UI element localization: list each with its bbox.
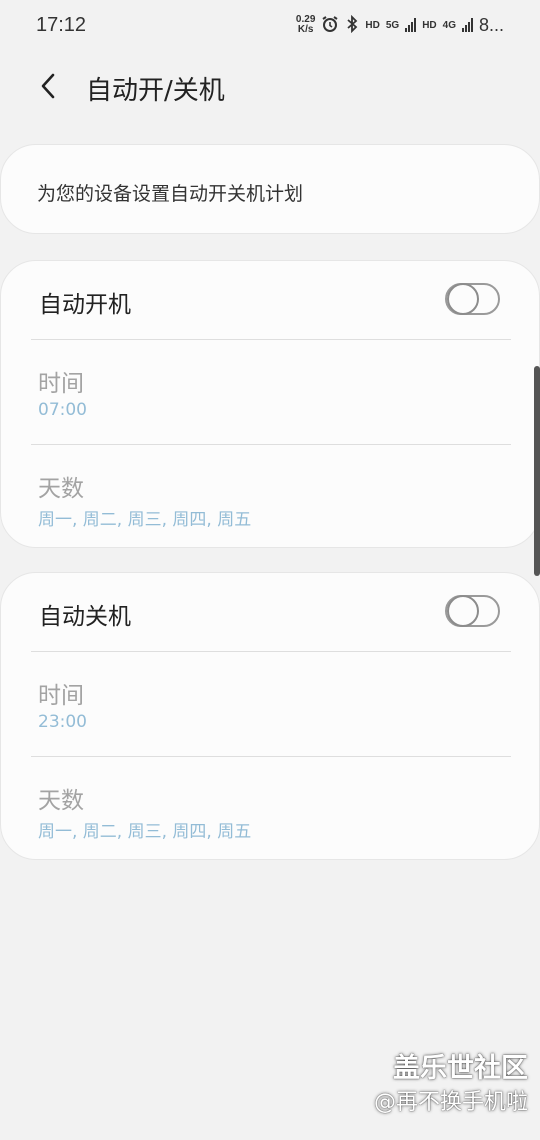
power-on-time-row[interactable]: 时间 07:00	[1, 340, 540, 444]
network-type-4g: 4G	[442, 19, 456, 31]
chevron-left-icon	[41, 73, 55, 99]
battery-text: 8...	[478, 14, 504, 35]
switch-knob	[447, 595, 479, 627]
power-on-card: 自动开机 时间 07:00 天数 周一, 周二, 周三, 周四, 周五	[0, 260, 540, 548]
network-speed: 0.29 K/s	[296, 15, 315, 35]
page-title: 自动开/关机	[86, 76, 225, 106]
scroll-indicator[interactable]	[534, 366, 540, 576]
watermark-line-1: 盖乐世社区	[393, 1053, 528, 1084]
status-bar: 17:12 0.29 K/s HD 5G HD 4G 8...	[0, 0, 540, 50]
info-text: 为您的设备设置自动开关机计划	[37, 183, 304, 205]
power-off-days-label: 天数	[38, 788, 84, 814]
signal-icon	[405, 18, 417, 32]
power-on-time-value: 07:00	[38, 400, 87, 420]
power-off-time-label: 时间	[38, 683, 84, 709]
hd-indicator: HD	[365, 19, 380, 31]
watermark: 盖乐世社区 @再不换手机啦	[374, 1052, 528, 1120]
signal-icon-2	[461, 18, 473, 32]
power-off-toggle-row[interactable]: 自动关机	[1, 573, 540, 651]
watermark-line-2: @再不换手机啦	[373, 1090, 528, 1115]
bluetooth-icon	[345, 14, 359, 36]
power-on-time-label: 时间	[38, 371, 84, 397]
status-icons: 0.29 K/s HD 5G HD 4G 8...	[296, 14, 504, 36]
info-card: 为您的设备设置自动开关机计划	[0, 144, 540, 234]
power-on-toggle-row[interactable]: 自动开机	[1, 261, 540, 339]
power-on-title: 自动开机	[39, 292, 131, 318]
network-speed-unit: K/s	[297, 24, 314, 35]
power-off-time-row[interactable]: 时间 23:00	[1, 652, 540, 756]
power-on-days-value: 周一, 周二, 周三, 周四, 周五	[38, 510, 252, 530]
power-on-days-row[interactable]: 天数 周一, 周二, 周三, 周四, 周五	[1, 445, 540, 549]
power-off-card: 自动关机 时间 23:00 天数 周一, 周二, 周三, 周四, 周五	[0, 572, 540, 860]
app-header: 自动开/关机	[0, 56, 540, 116]
status-time: 17:12	[36, 13, 87, 36]
power-off-days-row[interactable]: 天数 周一, 周二, 周三, 周四, 周五	[1, 757, 540, 861]
hd-indicator-2: HD	[422, 19, 437, 31]
power-off-days-value: 周一, 周二, 周三, 周四, 周五	[38, 822, 252, 842]
back-button[interactable]	[30, 68, 66, 104]
network-type-5g: 5G	[385, 19, 400, 31]
power-off-switch[interactable]	[445, 595, 500, 627]
power-off-time-value: 23:00	[38, 712, 87, 732]
power-on-switch[interactable]	[445, 283, 500, 315]
switch-knob	[447, 283, 479, 315]
power-off-title: 自动关机	[39, 604, 131, 630]
power-on-days-label: 天数	[38, 476, 84, 502]
alarm-icon	[321, 15, 339, 36]
